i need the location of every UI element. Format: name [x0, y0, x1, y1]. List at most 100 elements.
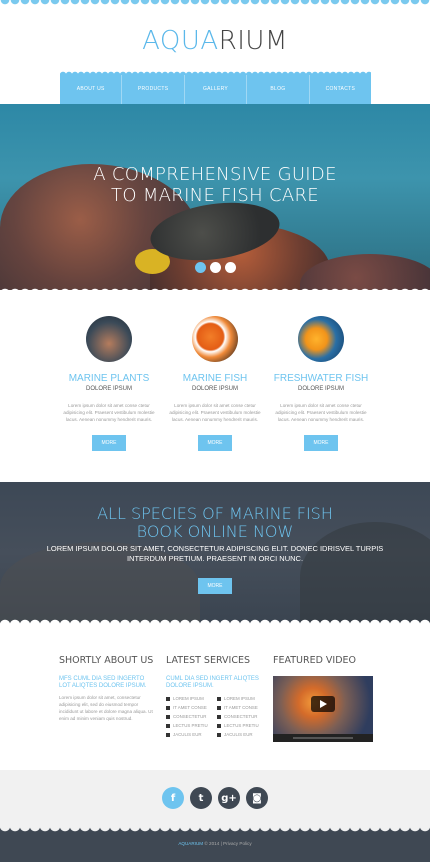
feature-card: MARINE FISH DOLORE IPSUM Lorem ipsum dol…: [166, 312, 264, 451]
info-columns: SHORTLY ABOUT US MFS CUML DIA SED INGERT…: [59, 655, 373, 742]
service-link[interactable]: JACULIS EUR: [173, 730, 202, 739]
slider-dot-2[interactable]: [209, 262, 221, 273]
slider-pagination: [0, 262, 430, 273]
banner-more-button[interactable]: more: [198, 578, 232, 594]
footer-copyright: © 2014: [204, 841, 220, 846]
goldfish-image: [298, 316, 344, 362]
site-logo[interactable]: AQUARIUM: [0, 26, 430, 56]
list-item[interactable]: IT AMET CONSE: [217, 703, 264, 712]
nav-item-gallery[interactable]: Gallery: [185, 75, 248, 104]
hero-title-line: TO MARINE FISH CARE: [111, 185, 319, 206]
hero-slider: A COMPREHENSIVE GUIDE TO MARINE FISH CAR…: [0, 104, 430, 290]
list-item[interactable]: CONSECTETUR: [217, 712, 264, 721]
service-link[interactable]: IT AMET CONSE: [173, 703, 207, 712]
about-lead[interactable]: MFS CUML DIA SED INGERTO LOT ALIQTES DOL…: [59, 676, 157, 690]
about-column: SHORTLY ABOUT US MFS CUML DIA SED INGERT…: [59, 655, 157, 742]
nav-item-contacts[interactable]: Contacts: [310, 75, 371, 104]
feature-text: Lorem ipsum dolor sit amet conse ctetur …: [169, 403, 261, 422]
more-button[interactable]: more: [92, 435, 126, 451]
bullet-icon: [217, 723, 221, 728]
bullet-icon: [217, 696, 221, 701]
banner-title: ALL SPECIES OF MARINE FISH BOOK ONLINE N…: [0, 505, 430, 541]
list-item[interactable]: LECTUS PRETIU: [217, 721, 264, 730]
bullet-icon: [166, 732, 170, 737]
bullet-icon: [217, 732, 221, 737]
video-heading: FEATURED VIDEO: [273, 655, 357, 666]
more-button[interactable]: more: [304, 435, 338, 451]
social-bar: f t g+ ◙: [0, 770, 430, 826]
list-item[interactable]: LOREM IPSUM: [166, 694, 213, 703]
hero-title-line: A COMPREHENSIVE GUIDE: [93, 164, 337, 185]
feature-card: FRESHWATER FISH DOLORE IPSUM Lorem ipsum…: [272, 312, 370, 451]
list-item[interactable]: JACULIS EUR: [217, 730, 264, 739]
bullet-icon: [166, 705, 170, 710]
bullet-icon: [217, 705, 221, 710]
service-link[interactable]: LOREM IPSUM: [224, 694, 255, 703]
feature-subtitle: DOLORE IPSUM: [191, 386, 238, 392]
bullet-icon: [166, 714, 170, 719]
banner-scallop-border: [0, 616, 430, 624]
logo-part-rium: RIUM: [218, 26, 288, 56]
clownfish-image: [192, 316, 238, 362]
bullet-icon: [217, 714, 221, 719]
instagram-icon[interactable]: ◙: [246, 787, 268, 809]
footer: AQUARIUM © 2014 | Privacy Policy: [0, 826, 430, 862]
feature-title: MARINE FISH: [182, 373, 248, 384]
nav-item-products[interactable]: Products: [122, 75, 185, 104]
top-scallop-border: [0, 0, 430, 8]
bullet-icon: [166, 723, 170, 728]
video-controls[interactable]: [273, 734, 373, 742]
services-list: LOREM IPSUM IT AMET CONSE CONSECTETUR LE…: [166, 694, 264, 739]
video-column: FEATURED VIDEO: [273, 655, 373, 742]
list-item[interactable]: JACULIS EUR: [166, 730, 213, 739]
facebook-icon[interactable]: f: [162, 787, 184, 809]
hero-title: A COMPREHENSIVE GUIDE TO MARINE FISH CAR…: [0, 164, 430, 206]
service-link[interactable]: LECTUS PRETIU: [173, 721, 208, 730]
banner-text: LOREM IPSUM DOLOR SIT AMET, CONSECTETUR …: [46, 544, 384, 563]
feature-title: MARINE PLANTS: [68, 373, 150, 384]
list-item[interactable]: LOREM IPSUM: [217, 694, 264, 703]
list-item[interactable]: LECTUS PRETIU: [166, 721, 213, 730]
about-heading: SHORTLY ABOUT US: [59, 655, 154, 666]
service-link[interactable]: CONSECTETUR: [173, 712, 206, 721]
service-link[interactable]: LOREM IPSUM: [173, 694, 204, 703]
slider-dot-1[interactable]: [194, 262, 206, 273]
hero-scallop-border: [0, 284, 430, 290]
nav-item-about-us[interactable]: About us: [60, 75, 123, 104]
feature-title: FRESHWATER FISH: [273, 373, 369, 384]
video-progress-bar[interactable]: [293, 737, 353, 739]
features-section: MARINE PLANTS DOLORE IPSUM Lorem ipsum d…: [60, 312, 370, 451]
services-heading: LATEST SERVICES: [166, 655, 251, 666]
main-nav: About us Products Gallery Blog Contacts: [60, 71, 371, 104]
service-link[interactable]: LECTUS PRETIU: [224, 721, 259, 730]
service-link[interactable]: JACULIS EUR: [224, 730, 253, 739]
feature-subtitle: DOLORE IPSUM: [297, 386, 344, 392]
services-column: LATEST SERVICES CUML DIA SED INGERT ALIQ…: [166, 655, 264, 742]
banner-title-line: ALL SPECIES OF MARINE FISH: [97, 504, 333, 523]
play-icon[interactable]: [311, 696, 335, 712]
service-link[interactable]: CONSECTETUR: [224, 712, 257, 721]
footer-scallop-border: [0, 826, 430, 832]
list-item[interactable]: IT AMET CONSE: [166, 703, 213, 712]
more-button[interactable]: more: [198, 435, 232, 451]
marine-plants-image: [86, 316, 132, 362]
list-item[interactable]: CONSECTETUR: [166, 712, 213, 721]
footer-brand: AQUARIUM: [178, 841, 204, 846]
slider-dot-3[interactable]: [224, 262, 236, 273]
privacy-policy-link[interactable]: Privacy Policy: [223, 841, 252, 846]
feature-text: Lorem ipsum dolor sit amet conse ctetur …: [275, 403, 367, 422]
video-player[interactable]: [273, 676, 373, 742]
service-link[interactable]: IT AMET CONSE: [224, 703, 258, 712]
feature-text: Lorem ipsum dolor sit amet conse ctetur …: [63, 403, 155, 422]
nav-item-blog[interactable]: Blog: [247, 75, 310, 104]
google-plus-icon[interactable]: g+: [218, 787, 240, 809]
feature-card: MARINE PLANTS DOLORE IPSUM Lorem ipsum d…: [60, 312, 158, 451]
booking-banner: ALL SPECIES OF MARINE FISH BOOK ONLINE N…: [0, 482, 430, 624]
about-text: Lorem ipsum dolor sit amet, consectetur …: [59, 695, 153, 721]
services-lead[interactable]: CUML DIA SED INGERT ALIQTES DOLORE IPSUM…: [166, 676, 264, 690]
bullet-icon: [166, 696, 170, 701]
twitter-icon[interactable]: t: [190, 787, 212, 809]
feature-subtitle: DOLORE IPSUM: [85, 386, 132, 392]
logo-part-aqua: AQUA: [142, 26, 219, 56]
footer-separator: |: [220, 841, 222, 846]
